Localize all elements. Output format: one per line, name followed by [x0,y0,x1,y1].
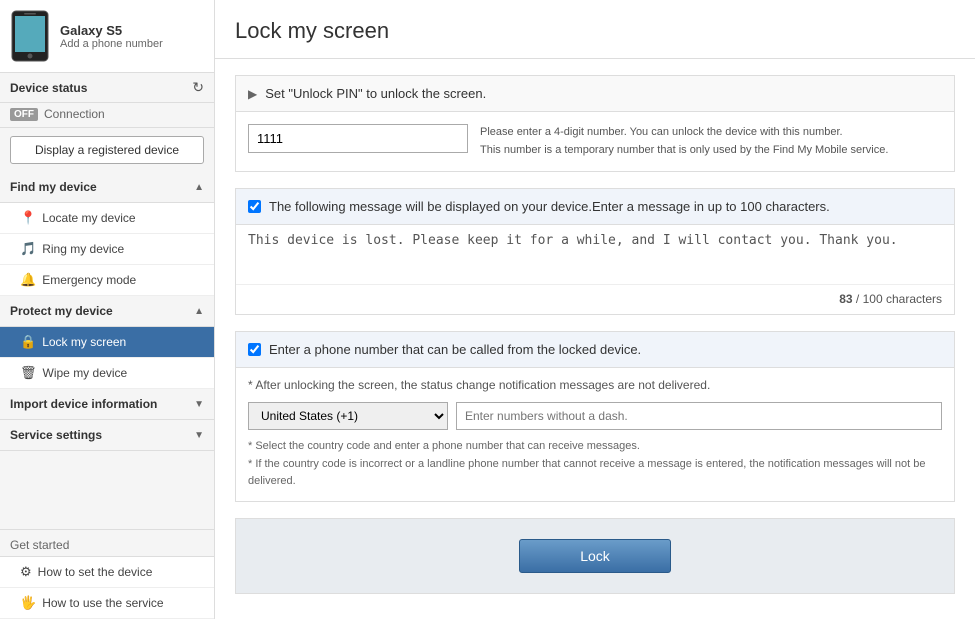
phone-inputs-row: United States (+1) [248,402,942,430]
device-image-icon [10,10,50,62]
how-to-use-label: How to use the service [42,596,163,610]
lock-icon: 🔒 [20,334,36,350]
sidebar-section-import[interactable]: Import device information ▼ [0,389,214,420]
phone-footnote1: * Select the country code and enter a ph… [248,438,942,456]
phone-number-input[interactable] [456,402,942,430]
sidebar: Galaxy S5 Add a phone number Device stat… [0,0,215,619]
main-content: Lock my screen ▶ Set "Unlock PIN" to unl… [215,0,975,619]
sidebar-section-service-settings[interactable]: Service settings ▼ [0,420,214,451]
phone-header-row: Enter a phone number that can be called … [236,332,954,368]
unlock-pin-header-text: Set "Unlock PIN" to unlock the screen. [265,86,486,101]
device-name: Galaxy S5 [60,23,163,38]
sidebar-item-ring[interactable]: 🎵 Ring my device [0,234,214,265]
phone-footnotes: * Select the country code and enter a ph… [248,438,942,491]
device-status-label: Device status [10,81,87,95]
how-to-set-label: How to set the device [38,565,153,579]
phone-section-inner: * After unlocking the screen, the status… [236,368,954,501]
emergency-label: Emergency mode [42,273,136,287]
sidebar-item-how-to-use[interactable]: 🖐 How to use the service [0,588,214,619]
service-settings-label: Service settings [10,428,102,442]
locate-label: Locate my device [42,211,135,225]
pin-input[interactable] [248,124,468,153]
sidebar-section-find-my-device[interactable]: Find my device ▲ [0,172,214,203]
hand-icon: 🖐 [20,595,36,611]
phone-footnote2: * If the country code is incorrect or a … [248,456,942,491]
import-arrow-icon: ▼ [194,399,204,410]
arrow-right-icon: ▶ [248,87,257,101]
country-select[interactable]: United States (+1) [248,402,448,430]
device-header: Galaxy S5 Add a phone number [0,0,214,73]
message-header-text: The following message will be displayed … [269,199,830,214]
find-my-device-label: Find my device [10,180,97,194]
message-textarea[interactable]: This device is lost. Please keep it for … [236,225,954,285]
lock-screen-label: Lock my screen [42,335,126,349]
char-count-row: 83 / 100 characters [236,288,954,314]
message-header-row: The following message will be displayed … [236,189,954,225]
pin-hint-line1: Please enter a 4-digit number. You can u… [480,124,888,142]
gear-icon: ⚙ [20,564,32,580]
sidebar-section-protect[interactable]: Protect my device ▲ [0,296,214,327]
pin-hint: Please enter a 4-digit number. You can u… [480,124,888,159]
sidebar-item-locate[interactable]: 📍 Locate my device [0,203,214,234]
sidebar-item-emergency[interactable]: 🔔 Emergency mode [0,265,214,296]
ring-icon: 🎵 [20,241,36,257]
phone-checkbox[interactable] [248,343,261,356]
wipe-icon: 🗑 [20,365,37,381]
sidebar-item-lock-screen[interactable]: 🔒 Lock my screen [0,327,214,358]
protect-items: 🔒 Lock my screen 🗑 Wipe my device [0,327,214,389]
char-count: 83 [839,292,852,306]
get-started-label: Get started [0,529,214,556]
char-max: 100 [863,292,883,306]
phone-header-text: Enter a phone number that can be called … [269,342,641,357]
refresh-icon[interactable]: ↻ [192,79,204,96]
sidebar-item-how-to-set[interactable]: ⚙ How to set the device [0,557,214,588]
get-started-items: ⚙ How to set the device 🖐 How to use the… [0,556,214,619]
pin-hint-line2: This number is a temporary number that i… [480,142,888,160]
last-requested-row: Last requested date : No Request [235,610,955,619]
page-title: Lock my screen [215,0,975,59]
phone-section: Enter a phone number that can be called … [235,331,955,502]
message-section: The following message will be displayed … [235,188,955,315]
char-label: characters [886,292,942,306]
wipe-label: Wipe my device [43,366,128,380]
device-status-bar: Device status ↻ [0,73,214,103]
find-my-device-arrow-icon: ▲ [194,182,204,193]
service-settings-arrow-icon: ▼ [194,430,204,441]
protect-arrow-icon: ▲ [194,306,204,317]
device-sub: Add a phone number [60,38,163,50]
lock-button-area: Lock [235,518,955,594]
lock-button[interactable]: Lock [519,539,671,573]
protect-label: Protect my device [10,304,113,318]
unlock-pin-header: ▶ Set "Unlock PIN" to unlock the screen. [236,76,954,112]
phone-notice: * After unlocking the screen, the status… [248,378,942,392]
ring-label: Ring my device [42,242,124,256]
display-registered-device-button[interactable]: Display a registered device [10,136,204,164]
locate-icon: 📍 [20,210,36,226]
unlock-pin-section: ▶ Set "Unlock PIN" to unlock the screen.… [235,75,955,172]
sidebar-item-wipe[interactable]: 🗑 Wipe my device [0,358,214,389]
status-row: OFF Connection [0,103,214,128]
emergency-icon: 🔔 [20,272,36,288]
connection-label: Connection [44,107,105,121]
status-off-badge: OFF [10,108,38,121]
find-my-device-items: 📍 Locate my device 🎵 Ring my device 🔔 Em… [0,203,214,296]
main-body: ▶ Set "Unlock PIN" to unlock the screen.… [215,59,975,619]
import-label: Import device information [10,397,157,411]
message-checkbox[interactable] [248,200,261,213]
pin-row: Please enter a 4-digit number. You can u… [236,112,954,171]
